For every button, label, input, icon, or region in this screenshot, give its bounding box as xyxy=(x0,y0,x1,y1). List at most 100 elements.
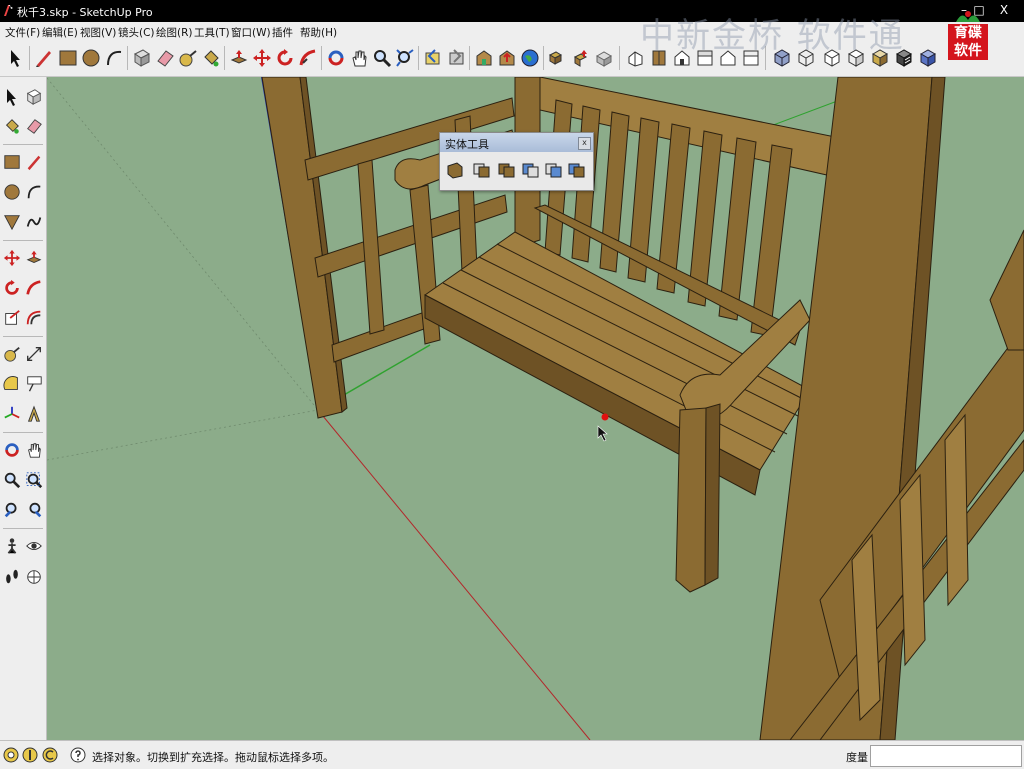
pencil-tool-button[interactable] xyxy=(32,44,56,72)
hand-icon xyxy=(352,50,367,67)
left-zoom-window-button[interactable] xyxy=(23,469,45,491)
left-section-plane-button[interactable] xyxy=(23,566,45,588)
next-view-button[interactable] xyxy=(444,44,468,72)
menu-camera[interactable]: 镜头(C) xyxy=(118,25,155,40)
rectangle-tool-button[interactable] xyxy=(56,44,80,72)
menu-file[interactable]: 文件(F) xyxy=(5,25,40,40)
left-text-button[interactable] xyxy=(23,373,45,395)
push-pull-button[interactable] xyxy=(227,44,251,72)
triangle-icon xyxy=(4,215,20,231)
left-component-button[interactable] xyxy=(23,86,45,108)
arc-tool-button[interactable] xyxy=(102,44,126,72)
previous-view-button[interactable] xyxy=(421,44,445,72)
right-front-leg xyxy=(675,407,707,593)
menu-view[interactable]: 视图(V) xyxy=(80,25,116,40)
left-scale-button[interactable] xyxy=(1,307,23,329)
push-pull-icon xyxy=(26,250,42,263)
orbit-icon xyxy=(328,50,344,66)
eraser-tool-button[interactable] xyxy=(153,44,177,72)
axes-icon xyxy=(4,406,20,419)
left-zoom-extents-button[interactable] xyxy=(23,499,45,521)
left-arc-button[interactable] xyxy=(23,181,45,203)
menu-window[interactable]: 窗口(W) xyxy=(231,25,271,40)
left-move-button[interactable] xyxy=(1,247,23,269)
solid-trim-button[interactable] xyxy=(543,158,565,182)
close-button[interactable]: X xyxy=(995,2,1013,18)
make-component-button[interactable] xyxy=(130,44,154,72)
solid-union-button[interactable] xyxy=(496,158,518,182)
tape-measure-button[interactable] xyxy=(176,44,200,72)
component-attributes-button[interactable] xyxy=(569,44,593,72)
arc-icon xyxy=(107,50,122,66)
solid-tools-title-bar[interactable]: 实体工具 xyxy=(440,133,593,152)
get-models-button[interactable] xyxy=(472,44,496,72)
left-line-button[interactable] xyxy=(23,151,45,173)
solid-tools-panel[interactable]: 实体工具 x xyxy=(439,132,594,191)
left-select-button[interactable] xyxy=(1,86,23,108)
red-axis xyxy=(317,409,591,740)
left-pan-button[interactable] xyxy=(23,439,45,461)
solid-subtract-button[interactable] xyxy=(520,158,542,182)
rotate-tool-button[interactable] xyxy=(273,44,297,72)
select-tool-button[interactable] xyxy=(4,44,28,72)
menu-help[interactable]: 帮助(H) xyxy=(300,25,337,40)
left-tape-measure-button[interactable] xyxy=(1,343,23,365)
zoom-tool-button[interactable] xyxy=(370,44,394,72)
zoom-extents-icon xyxy=(396,49,414,67)
tape-measure-icon xyxy=(4,347,20,362)
left-offset-button[interactable] xyxy=(23,307,45,329)
left-polygon-button[interactable] xyxy=(1,211,23,233)
share-model-button[interactable] xyxy=(495,44,519,72)
orbit-tool-button[interactable] xyxy=(324,44,348,72)
solid-outer-shell-button[interactable] xyxy=(444,158,466,182)
left-zoom-button[interactable] xyxy=(1,469,23,491)
left-paint-button[interactable] xyxy=(1,115,23,137)
solid-intersect-button[interactable] xyxy=(471,158,493,182)
copyright-icon[interactable] xyxy=(42,746,58,764)
left-push-pull-button[interactable] xyxy=(23,247,45,269)
pan-tool-button[interactable] xyxy=(347,44,371,72)
left-dimension-button[interactable] xyxy=(23,343,45,365)
menu-edit[interactable]: 编辑(E) xyxy=(42,25,78,40)
left-previous-view-button[interactable] xyxy=(1,499,23,521)
left-position-camera-button[interactable] xyxy=(1,535,23,557)
intersect-icon xyxy=(473,163,490,178)
measurements-label: 度量 xyxy=(846,751,868,764)
move-icon xyxy=(253,49,271,67)
left-look-around-button[interactable] xyxy=(23,535,45,557)
google-earth-button[interactable] xyxy=(518,44,542,72)
credits-icon[interactable] xyxy=(22,746,38,764)
move-tool-button[interactable] xyxy=(250,44,274,72)
help-icon[interactable] xyxy=(70,746,86,764)
left-follow-me-button[interactable] xyxy=(23,277,45,299)
left-walk-button[interactable] xyxy=(1,566,23,588)
menu-tools[interactable]: 工具(T) xyxy=(194,25,230,40)
left-3d-text-button[interactable] xyxy=(23,403,45,425)
component-options-button[interactable] xyxy=(546,44,570,72)
3d-text-icon xyxy=(27,405,41,422)
zoom-extents-button[interactable] xyxy=(393,44,417,72)
left-orbit-button[interactable] xyxy=(1,439,23,461)
left-eraser-button[interactable] xyxy=(23,115,45,137)
left-rotate-button[interactable] xyxy=(1,277,23,299)
menu-plugins[interactable]: 插件 xyxy=(272,25,293,40)
paint-bucket-icon xyxy=(5,119,19,134)
orbit-icon xyxy=(5,443,19,457)
dynamic-components-button[interactable] xyxy=(592,44,616,72)
left-freehand-button[interactable] xyxy=(23,211,45,233)
follow-me-button[interactable] xyxy=(296,44,320,72)
solid-split-button[interactable] xyxy=(566,158,588,182)
circle-tool-button[interactable] xyxy=(79,44,103,72)
menu-draw[interactable]: 绘图(R) xyxy=(156,25,193,40)
color-by-axis-button[interactable] xyxy=(916,44,940,72)
left-rectangle-button[interactable] xyxy=(1,151,23,173)
solid-tools-close-button[interactable]: x xyxy=(578,137,591,150)
measurements-input[interactable] xyxy=(870,745,1022,767)
geo-location-icon[interactable] xyxy=(3,746,19,764)
boxes-arrow-icon xyxy=(573,50,588,67)
paint-bucket-button[interactable] xyxy=(199,44,223,72)
left-protractor-button[interactable] xyxy=(1,373,23,395)
union-icon xyxy=(498,163,515,178)
left-circle-button[interactable] xyxy=(1,181,23,203)
left-axes-button[interactable] xyxy=(1,403,23,425)
